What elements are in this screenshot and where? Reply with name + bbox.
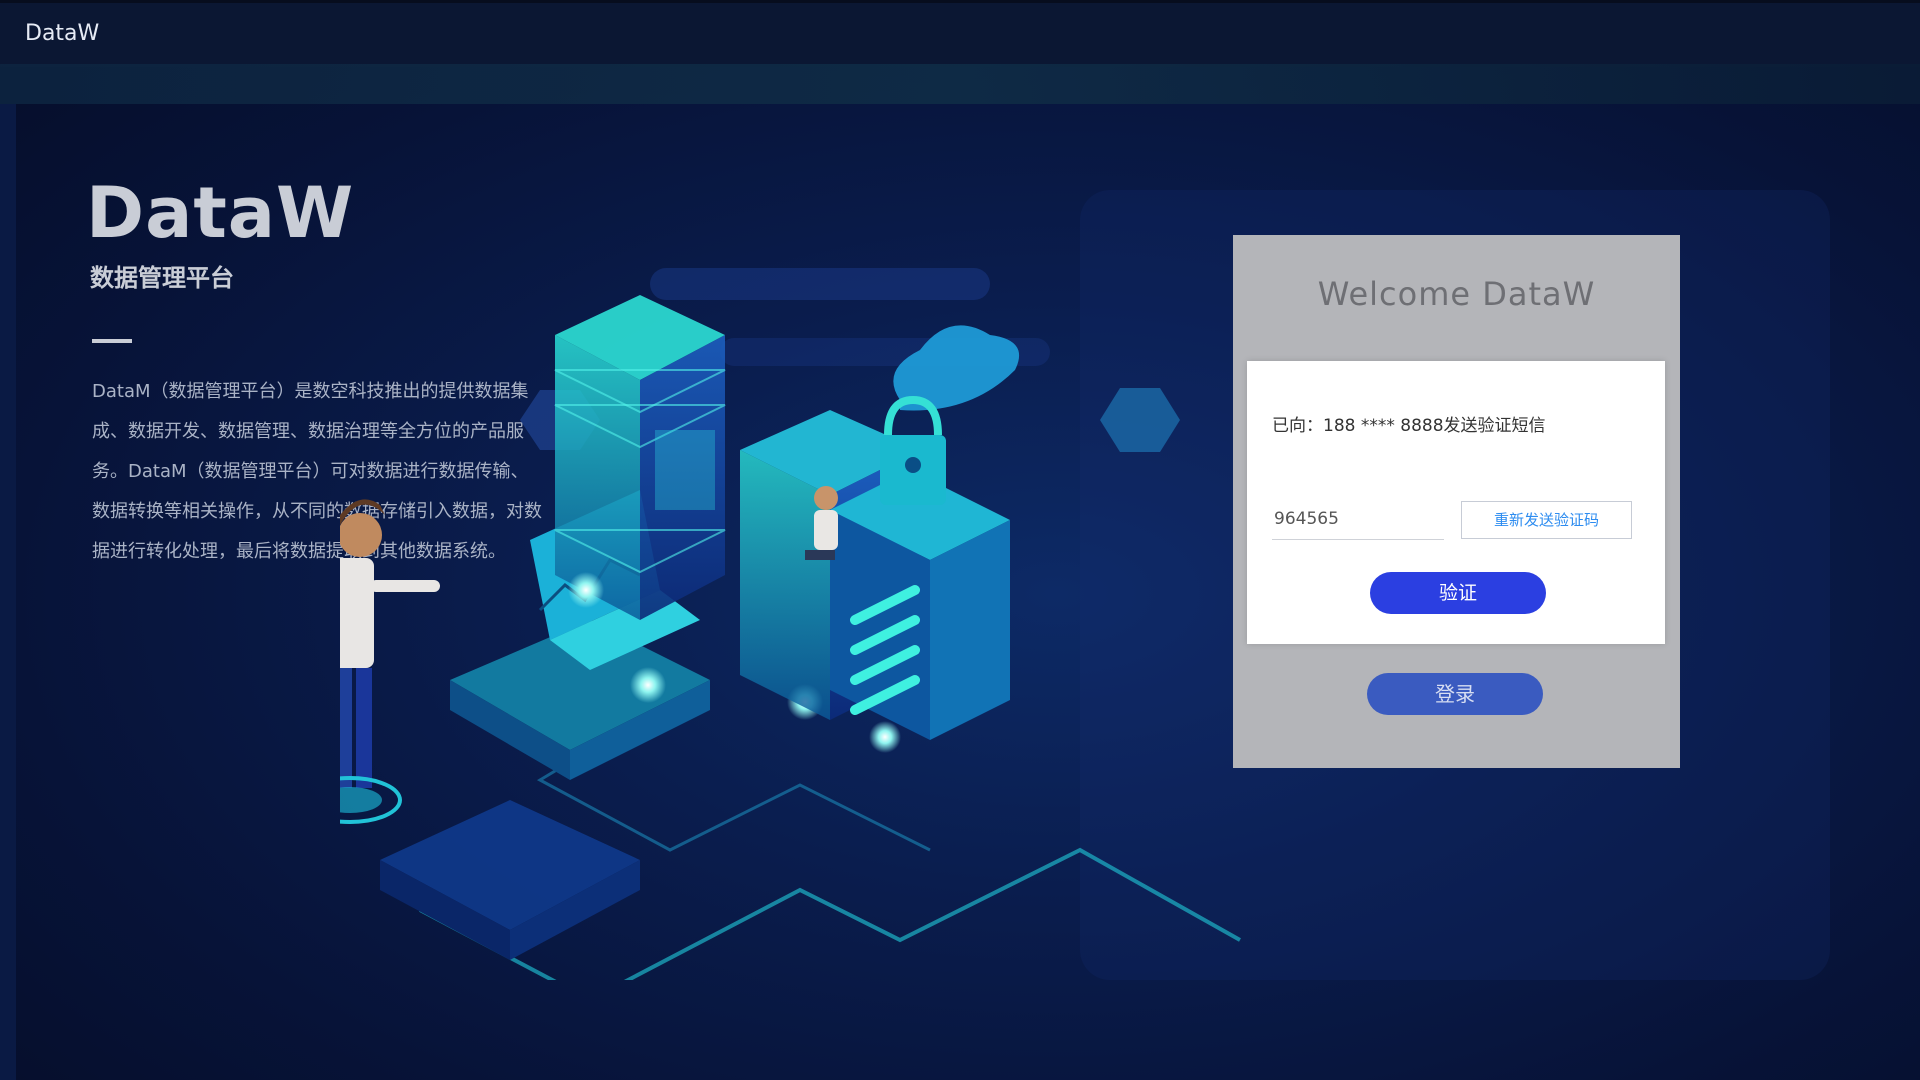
data-center-illustration [340,268,1241,980]
sms-verify-dialog: 已向：188 **** 8888发送验证短信 重新发送验证码 验证 [1247,361,1665,644]
center-server-tower [554,295,726,620]
login-panel: Welcome DataW 已向：188 **** 8888发送验证短信 重新发… [1233,235,1680,768]
glow-node [630,667,666,703]
login-button[interactable]: 登录 [1367,673,1543,715]
top-bar: DataW [0,0,1920,67]
person-standing [340,499,440,788]
glow-node [869,721,901,753]
brand-title: DataW [86,172,355,254]
sub-bar [0,64,1920,104]
left-edge-strip [0,104,16,1080]
brand-subtitle: 数据管理平台 [90,264,234,292]
verify-button[interactable]: 验证 [1370,572,1546,614]
app-title: DataW [25,21,100,46]
sms-sent-message: 已向：188 **** 8888发送验证短信 [1272,416,1546,436]
right-server-tower [740,395,1010,740]
brand-divider [92,339,132,343]
glow-node [568,572,604,608]
welcome-title: Welcome DataW [1317,275,1596,313]
hexagon-right [1100,388,1180,452]
verification-code-input[interactable] [1272,499,1444,540]
resend-code-button[interactable]: 重新发送验证码 [1461,501,1632,539]
